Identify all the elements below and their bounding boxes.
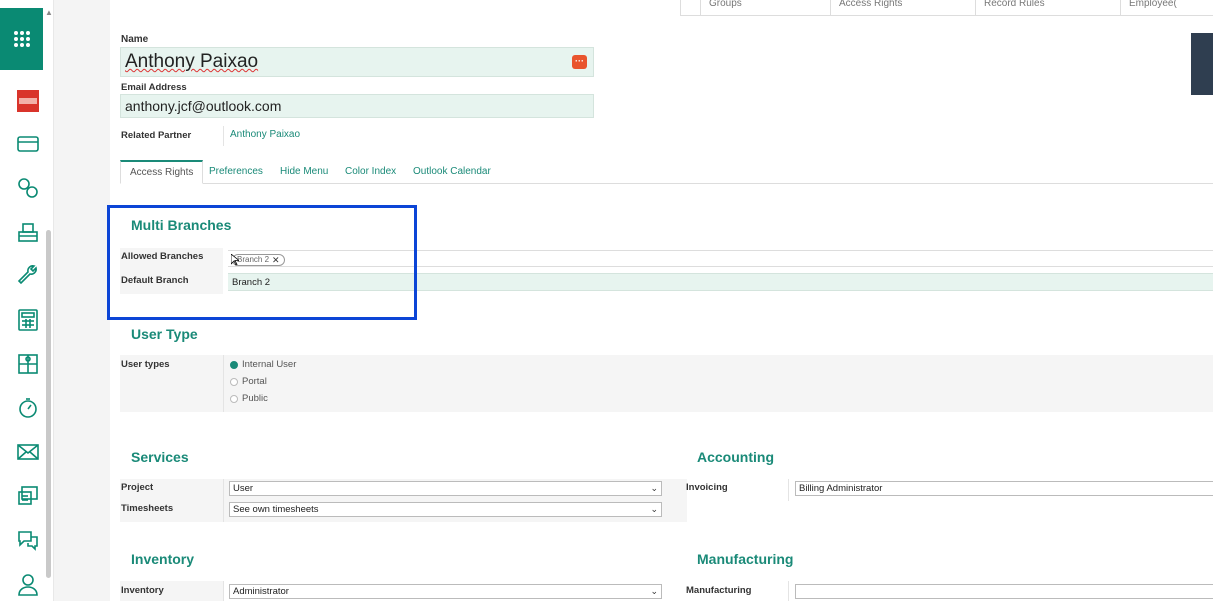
user-form: Groups Access Rights Record Rules Employ… (107, 0, 1213, 601)
invoicing-value: Billing Administrator (799, 483, 883, 494)
divider (223, 126, 224, 146)
user-types-label: User types (121, 359, 170, 370)
form-gutter (54, 0, 110, 601)
avatar[interactable] (1191, 33, 1213, 95)
app-menu-button[interactable] (0, 8, 43, 70)
stat-spacer (680, 0, 700, 16)
puzzle-icon[interactable] (15, 351, 41, 377)
discuss-icon[interactable] (15, 527, 41, 553)
divider (788, 479, 789, 501)
email-value: anthony.jcf@outlook.com (125, 98, 282, 114)
card-icon[interactable] (15, 131, 41, 157)
radio-icon[interactable] (230, 377, 238, 386)
services-title: Services (131, 449, 189, 465)
tab-color-index[interactable]: Color Index (345, 160, 396, 184)
name-value: Anthony Paixao (125, 51, 259, 72)
scrollbar-thumb[interactable] (46, 230, 51, 578)
mail-icon[interactable] (15, 439, 41, 465)
email-field[interactable]: anthony.jcf@outlook.com (120, 94, 594, 118)
app-logo-icon[interactable] (15, 88, 41, 114)
app-sidebar: ▲ (0, 0, 54, 601)
stat-record-rules[interactable]: Record Rules (975, 0, 1120, 16)
inventory-label: Inventory (121, 585, 164, 596)
divider (223, 581, 224, 601)
tab-preferences[interactable]: Preferences (209, 160, 263, 184)
radio-label: Portal (242, 376, 267, 387)
stopwatch-icon[interactable] (15, 395, 41, 421)
timesheets-label: Timesheets (121, 503, 174, 514)
manufacturing-title: Manufacturing (697, 551, 794, 567)
invoicing-select[interactable]: Billing Administrator (795, 481, 1213, 496)
stat-employee[interactable]: Employee( (1120, 0, 1213, 16)
manufacturing-label: Manufacturing (686, 585, 752, 596)
name-field[interactable]: Anthony Paixao ··· (120, 47, 594, 77)
radio-icon[interactable] (230, 394, 238, 403)
stat-groups[interactable]: Groups (700, 0, 830, 16)
inventory-title: Inventory (131, 551, 195, 567)
radio-portal[interactable]: Portal (230, 376, 267, 387)
inventory-select[interactable]: Administrator ⌄ (229, 584, 662, 599)
user-icon[interactable] (15, 571, 41, 597)
radio-label: Internal User (242, 359, 297, 370)
tab-outlook-calendar[interactable]: Outlook Calendar (413, 160, 491, 184)
form-tabs: Access Rights Preferences Hide Menu Colo… (120, 160, 1213, 184)
highlight-annotation (107, 205, 417, 320)
project-label: Project (121, 482, 154, 493)
user-type-title: User Type (131, 326, 198, 342)
email-label: Email Address (121, 82, 187, 93)
manufacturing-select[interactable] (795, 584, 1213, 599)
tab-hide-menu[interactable]: Hide Menu (280, 160, 328, 184)
stat-access-rights[interactable]: Access Rights (830, 0, 975, 16)
divider (223, 355, 224, 412)
stat-buttons: Groups Access Rights Record Rules Employ… (680, 0, 1213, 16)
invoicing-label: Invoicing (686, 482, 728, 493)
scroll-up-icon[interactable]: ▲ (45, 8, 53, 18)
calculator-icon[interactable] (15, 307, 41, 333)
chevron-down-icon: ⌄ (650, 504, 658, 514)
link-icon[interactable] (15, 175, 41, 201)
related-partner-link[interactable]: Anthony Paixao (230, 129, 300, 140)
related-partner-label: Related Partner (121, 130, 192, 141)
sidebar-scrollbar[interactable]: ▲ (45, 8, 53, 601)
grid-icon (13, 31, 30, 47)
timesheets-select[interactable]: See own timesheets ⌄ (229, 502, 662, 517)
timesheets-value: See own timesheets (233, 504, 319, 515)
inventory-value: Administrator (233, 586, 289, 597)
wrench-icon[interactable] (15, 263, 41, 289)
keyboard-icon[interactable]: ··· (572, 55, 587, 69)
divider (223, 479, 224, 522)
name-label: Name (121, 34, 149, 45)
radio-public[interactable]: Public (230, 393, 268, 404)
accounting-title: Accounting (697, 449, 774, 465)
project-select[interactable]: User ⌄ (229, 481, 662, 496)
radio-label: Public (242, 393, 268, 404)
chevron-down-icon: ⌄ (650, 483, 658, 493)
chat-icon[interactable] (15, 483, 41, 509)
chevron-down-icon: ⌄ (650, 586, 658, 596)
divider (788, 581, 789, 601)
project-value: User (233, 483, 254, 494)
radio-checked-icon[interactable] (230, 360, 238, 369)
boxes-icon[interactable] (15, 219, 41, 245)
tab-access-rights[interactable]: Access Rights (120, 160, 204, 184)
radio-internal-user[interactable]: Internal User (230, 359, 296, 370)
